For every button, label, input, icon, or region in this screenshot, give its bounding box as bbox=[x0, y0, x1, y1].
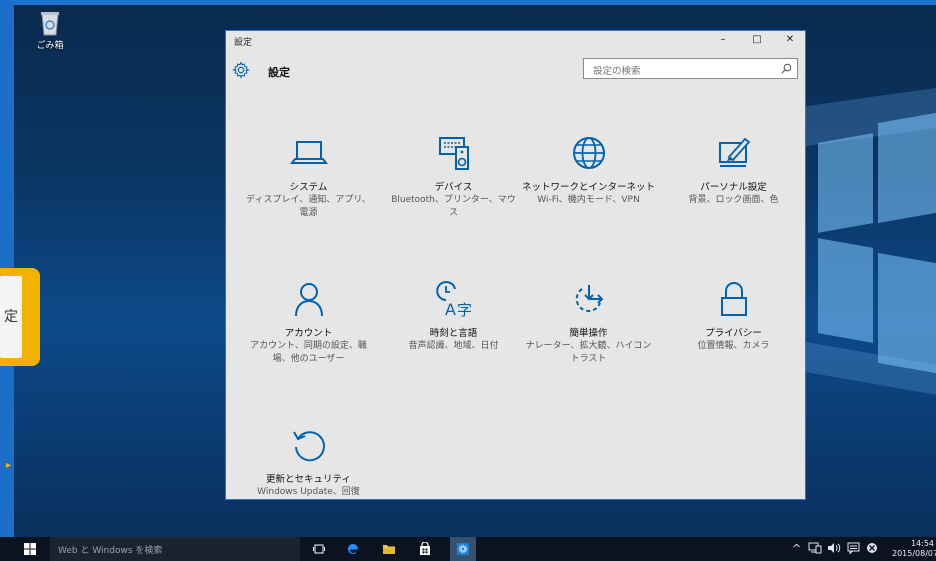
devices-icon bbox=[438, 137, 469, 170]
recycle-bin-label: ごみ箱 bbox=[36, 41, 64, 51]
maximize-button[interactable]: □ bbox=[742, 32, 772, 48]
tile-description: Wi-Fi、機内モード、VPN bbox=[537, 195, 640, 205]
tile-description: ディスプレイ、通知、アプリ、電源 bbox=[246, 195, 371, 218]
windows-start-icon[interactable] bbox=[24, 543, 36, 555]
tile-description: アカウント、同期の設定、職場、他のユーザー bbox=[250, 341, 367, 364]
highlight-callout: 定 bbox=[0, 268, 40, 366]
time-language-icon: A 字 bbox=[435, 281, 472, 319]
minimize-button[interactable]: – bbox=[708, 32, 738, 48]
clock-date: 2015/08/07 bbox=[892, 549, 936, 558]
tile-personalization[interactable]: パーソナル設定 背景、ロック画面、色 bbox=[661, 131, 805, 207]
tile-network[interactable]: ネットワークとインターネット Wi-Fi、機内モード、VPN bbox=[516, 131, 661, 207]
window-title: 設定 bbox=[234, 38, 253, 48]
tile-system[interactable]: システム ディスプレイ、通知、アプリ、電源 bbox=[236, 131, 381, 220]
tile-description: Windows Update、回復 bbox=[257, 487, 360, 497]
tile-label: デバイス bbox=[434, 182, 473, 193]
tile-label: 更新とセキュリティ bbox=[266, 474, 351, 485]
tile-label: パーソナル設定 bbox=[700, 182, 767, 193]
clock-time: 14:54 bbox=[910, 539, 934, 548]
edge-browser-icon[interactable] bbox=[340, 537, 366, 561]
svg-text:A: A bbox=[445, 300, 456, 319]
tile-description: 位置情報、カメラ bbox=[697, 341, 770, 351]
notification-blocked-icon[interactable] bbox=[866, 542, 878, 554]
taskbar-search-input[interactable]: Web と Windows を検索 bbox=[50, 537, 300, 561]
network-icon[interactable] bbox=[808, 542, 822, 554]
svg-text:字: 字 bbox=[457, 301, 472, 319]
taskbar-search-placeholder: Web と Windows を検索 bbox=[58, 546, 163, 556]
recycle-bin[interactable]: ごみ箱 bbox=[30, 10, 70, 51]
callout-text: 定 bbox=[0, 276, 22, 358]
taskbar: Web と Windows を検索 ^ 14:54 2015/08/07 bbox=[0, 537, 936, 561]
tile-update-security[interactable]: 更新とセキュリティ Windows Update、回復 bbox=[236, 423, 381, 499]
gear-icon bbox=[232, 61, 250, 79]
tile-description: 音声認識、地域、日付 bbox=[408, 341, 499, 351]
volume-icon[interactable] bbox=[827, 542, 842, 554]
tile-label: プライバシー bbox=[705, 328, 762, 339]
tile-label: ネットワークとインターネット bbox=[521, 182, 655, 193]
tile-description: ナレーター、拡大鏡、ハイコントラスト bbox=[525, 341, 652, 364]
update-icon bbox=[292, 431, 325, 462]
tile-privacy[interactable]: プライバシー 位置情報、カメラ bbox=[661, 277, 805, 353]
laptop-icon bbox=[289, 141, 328, 164]
settings-taskbar-icon[interactable] bbox=[450, 537, 476, 561]
tile-time-language[interactable]: A 字 時刻と言語 音声認識、地域、日付 bbox=[381, 277, 526, 353]
recycle-bin-icon bbox=[41, 12, 59, 36]
tile-description: Bluetooth、プリンター、マウス bbox=[391, 195, 516, 218]
file-explorer-icon[interactable] bbox=[376, 537, 402, 561]
tile-accounts[interactable]: アカウント アカウント、同期の設定、職場、他のユーザー bbox=[236, 277, 381, 366]
tile-devices[interactable]: デバイス Bluetooth、プリンター、マウス bbox=[381, 131, 526, 220]
windows-logo-graphic bbox=[818, 112, 936, 378]
settings-search-input[interactable]: 設定の検索 bbox=[583, 58, 798, 79]
callout-arrow-icon: ▸ bbox=[6, 460, 12, 471]
search-placeholder: 設定の検索 bbox=[593, 66, 641, 77]
title-bar[interactable]: 設定 – □ ✕ bbox=[226, 31, 805, 49]
globe-icon bbox=[572, 137, 605, 169]
lock-icon bbox=[720, 282, 747, 316]
ease-of-access-icon bbox=[575, 285, 603, 312]
tile-label: システム bbox=[289, 182, 328, 193]
page-title: 設定 bbox=[268, 66, 290, 79]
desktop-top-edge bbox=[0, 0, 936, 5]
close-button[interactable]: ✕ bbox=[775, 32, 805, 48]
tile-label: アカウント bbox=[284, 328, 333, 339]
task-view-icon[interactable] bbox=[306, 537, 332, 561]
person-icon bbox=[294, 283, 323, 317]
tile-description: 背景、ロック画面、色 bbox=[688, 195, 779, 205]
tile-label: 時刻と言語 bbox=[429, 328, 478, 339]
action-center-icon[interactable] bbox=[847, 542, 860, 554]
search-icon[interactable] bbox=[781, 63, 792, 74]
personalize-icon bbox=[718, 137, 750, 167]
settings-window: 設定 – □ ✕ 設定 設定の検索 システム ディスプレイ、通知、アプリ、電源 bbox=[225, 30, 806, 500]
tile-label: 簡単操作 bbox=[569, 328, 608, 339]
tile-ease-of-access[interactable]: 簡単操作 ナレーター、拡大鏡、ハイコントラスト bbox=[516, 277, 661, 366]
tray-chevron-icon[interactable]: ^ bbox=[792, 542, 801, 555]
store-icon[interactable] bbox=[412, 537, 438, 561]
system-clock[interactable]: 14:54 2015/08/07 bbox=[892, 539, 936, 559]
